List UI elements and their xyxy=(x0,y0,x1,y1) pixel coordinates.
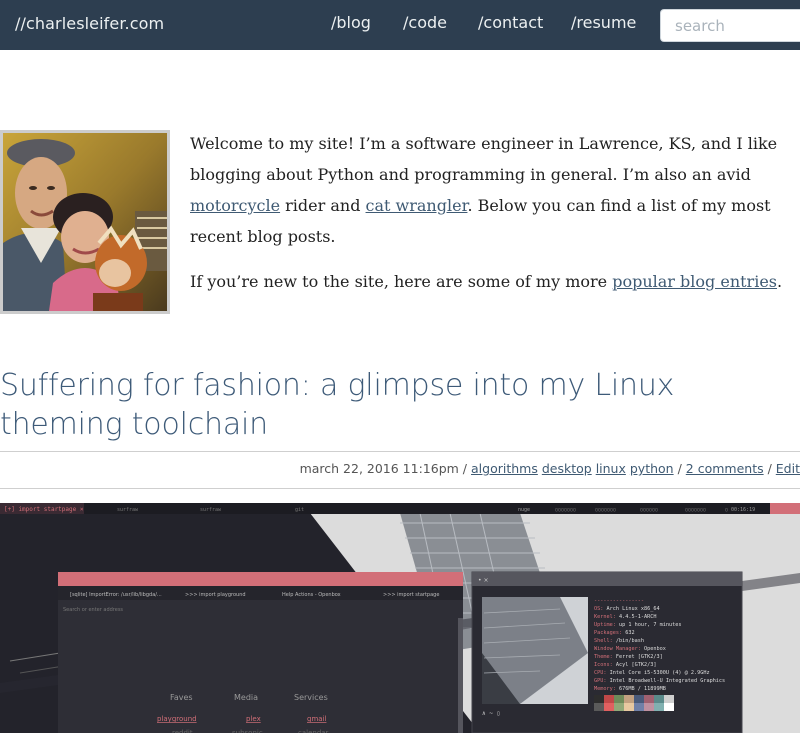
nav-link-resume[interactable]: /resume xyxy=(571,13,636,32)
desktop-screenshot-graphic: [+] import startpage × surfraw surfraw g… xyxy=(0,503,800,733)
startpage-column: Faves xyxy=(170,693,193,702)
tag-link-linux[interactable]: linux xyxy=(596,461,626,476)
post-date: march 22, 2016 11:16pm xyxy=(299,461,459,476)
startpage-link: reddit xyxy=(172,729,193,733)
sysinfo-line: ---------------- xyxy=(594,598,644,604)
intro-paragraph-2: If you’re new to the site, here are some… xyxy=(190,266,795,297)
terminal-title: • × xyxy=(478,577,488,584)
intro-text-1a: Welcome to my site! I’m a software engin… xyxy=(190,134,778,184)
terminal-prompt: ∧ ~ ▯ xyxy=(482,710,500,717)
status-bar-item: surfraw xyxy=(117,507,139,513)
sysinfo-line: GPU: Intel Broadwell-U Integrated Graphi… xyxy=(594,678,725,684)
color-swatch xyxy=(654,695,664,703)
cat-wrangler-link[interactable]: cat wrangler xyxy=(366,196,468,215)
color-swatch xyxy=(614,703,624,711)
intro-text-2a: If you’re new to the site, here are some… xyxy=(190,272,613,291)
sysinfo-line: Icons: Acyl [GTK2/3] xyxy=(594,662,656,668)
sysinfo-line: Kernel: 4.4.5-1-ARCH xyxy=(594,614,656,620)
sysinfo-line: Memory: 676MB / 11899MB xyxy=(594,686,666,692)
color-swatch xyxy=(604,703,614,711)
popular-entries-link[interactable]: popular blog entries xyxy=(612,272,777,291)
nav-link-code[interactable]: /code xyxy=(403,13,447,32)
intro-text-2b: . xyxy=(777,272,783,291)
intro-text: Welcome to my site! I’m a software engin… xyxy=(190,128,795,311)
status-bar-item: surfraw xyxy=(200,507,222,513)
meta-sep: / xyxy=(673,461,686,476)
status-bar-item: ▯ 00:16:19 xyxy=(725,507,755,513)
browser-tab: [sqlite] ImportError: /usr/lib/libgda/..… xyxy=(70,592,162,598)
color-swatch xyxy=(644,703,654,711)
browser-address: Search or enter address xyxy=(63,607,123,613)
author-photo xyxy=(0,130,170,314)
startpage-column: Media xyxy=(234,693,258,702)
search-input[interactable] xyxy=(660,9,800,42)
startpage-link: plex xyxy=(246,715,261,723)
startpage-link: playground xyxy=(157,715,197,723)
tag-link-python[interactable]: python xyxy=(630,461,674,476)
sysinfo-line: Theme: Ferret [GTK2/3] xyxy=(594,654,663,660)
color-swatch xyxy=(594,695,604,703)
sysinfo-line: Window Manager: Openbox xyxy=(594,646,666,652)
intro-paragraph-1: Welcome to my site! I’m a software engin… xyxy=(190,128,795,252)
motorcycle-link[interactable]: motorcycle xyxy=(190,196,280,215)
sysinfo-line: CPU: Intel Core i5-5300U (4) @ 2.9GHz xyxy=(594,670,710,676)
color-swatch xyxy=(664,695,674,703)
sysinfo-line: Uptime: up 1 hour, 7 minutes xyxy=(594,622,681,628)
sysinfo-line: OS: Arch Linux x86_64 xyxy=(594,606,660,612)
nav-link-contact[interactable]: /contact xyxy=(478,13,543,32)
status-bar-item: nuge xyxy=(518,507,530,513)
color-swatch xyxy=(644,695,654,703)
comments-link[interactable]: 2 comments xyxy=(686,461,764,476)
edit-link[interactable]: Edit xyxy=(776,461,800,476)
tag-link-algorithms[interactable]: algorithms xyxy=(471,461,538,476)
tag-link-desktop[interactable]: desktop xyxy=(542,461,592,476)
status-bar-item: git xyxy=(295,507,304,513)
color-swatch xyxy=(634,703,644,711)
top-navbar: //charlesleifer.com /blog /code /contact… xyxy=(0,0,800,50)
color-swatch xyxy=(654,703,664,711)
author-photo-image xyxy=(3,133,167,311)
meta-sep: / xyxy=(458,461,471,476)
startpage-link: gmail xyxy=(307,715,326,723)
terminal-color-swatches xyxy=(594,695,674,711)
post-title-link[interactable]: Suffering for fashion: a glimpse into my… xyxy=(0,366,800,444)
status-bar-item: ▯▯▯▯▯▯ xyxy=(640,507,658,513)
meta-sep: / xyxy=(763,461,776,476)
color-swatch xyxy=(614,695,624,703)
browser-tab: >>> import playground xyxy=(185,592,246,598)
color-swatch xyxy=(634,695,644,703)
startpage-column: Services xyxy=(294,693,328,702)
color-swatch xyxy=(594,703,604,711)
site-brand-link[interactable]: //charlesleifer.com xyxy=(15,14,164,33)
color-swatch xyxy=(664,703,674,711)
post-meta: march 22, 2016 11:16pm / algorithms desk… xyxy=(300,461,800,476)
intro-text-1b: rider and xyxy=(280,196,366,215)
browser-tab: Help Actions - Openbox xyxy=(282,592,341,598)
startpage-link: calendar xyxy=(298,729,329,733)
status-bar-label: [+] import startpage × xyxy=(4,506,84,513)
divider-bottom xyxy=(0,488,800,489)
color-swatch xyxy=(624,703,634,711)
sysinfo-line: Packages: 632 xyxy=(594,630,635,636)
color-swatch xyxy=(604,695,614,703)
startpage-link: subsonic xyxy=(232,729,263,733)
browser-tab: >>> import startpage xyxy=(383,592,439,598)
divider-top xyxy=(0,451,800,452)
sysinfo-line: Shell: /bin/bash xyxy=(594,638,644,644)
status-bar-item: ▯▯▯▯▯▯▯ xyxy=(555,507,576,513)
status-bar-item: ▯▯▯▯▯▯▯ xyxy=(685,507,706,513)
color-swatch xyxy=(624,695,634,703)
nav-link-blog[interactable]: /blog xyxy=(331,13,371,32)
post-screenshot-image[interactable]: [+] import startpage × surfraw surfraw g… xyxy=(0,503,800,733)
status-bar-item: ▯▯▯▯▯▯▯ xyxy=(595,507,616,513)
